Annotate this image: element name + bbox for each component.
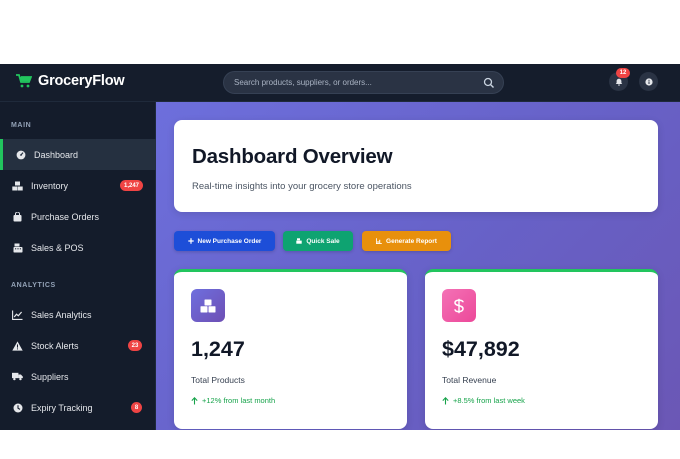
clock-icon xyxy=(12,402,23,413)
stat-value: 1,247 xyxy=(191,337,245,361)
page-subtitle: Real-time insights into your grocery sto… xyxy=(192,181,412,192)
app-logo[interactable]: GroceryFlow xyxy=(16,73,125,89)
cart-icon xyxy=(16,74,32,88)
sidebar-item-suppliers[interactable]: Suppliers xyxy=(0,361,156,392)
page-title: Dashboard Overview xyxy=(192,145,393,168)
new-purchase-order-button[interactable]: New Purchase Order xyxy=(174,231,275,251)
sidebar-item-stock-alerts[interactable]: Stock Alerts 23 xyxy=(0,330,156,361)
warning-icon xyxy=(12,340,23,351)
stat-label: Total Products xyxy=(191,375,245,385)
inventory-count-badge: 1,247 xyxy=(120,180,143,191)
sidebar-item-label: Inventory xyxy=(31,180,69,191)
plus-icon xyxy=(187,238,194,244)
sidebar-section-main: MAIN xyxy=(11,122,32,129)
app-name: GroceryFlow xyxy=(38,73,125,89)
sidebar: MAIN Dashboard Inventory 1,247 Purchase … xyxy=(0,102,156,430)
sidebar-item-label: Sales & POS xyxy=(31,242,84,253)
stat-value: $47,892 xyxy=(442,337,520,361)
sidebar-item-dashboard[interactable]: Dashboard xyxy=(0,139,156,170)
dollar-icon xyxy=(442,289,476,322)
stat-trend-text: +8.5% from last week xyxy=(453,396,525,405)
sidebar-item-label: Stock Alerts xyxy=(31,340,79,351)
arrow-up-icon xyxy=(442,396,449,404)
user-menu-button[interactable] xyxy=(639,72,658,91)
stat-card-total-products: 1,247 Total Products +12% from last mont… xyxy=(174,269,407,429)
boxes-icon xyxy=(191,289,225,322)
bell-icon xyxy=(615,78,622,86)
line-chart-icon xyxy=(12,309,23,320)
top-bar: GroceryFlow Search products, suppliers, … xyxy=(0,64,680,102)
stat-label: Total Revenue xyxy=(442,375,497,385)
stock-alerts-count-badge: 23 xyxy=(128,340,142,351)
cash-register-icon xyxy=(12,242,23,253)
user-icon xyxy=(644,77,653,86)
shopping-bag-icon xyxy=(12,211,23,222)
stat-trend-text: +12% from last month xyxy=(202,396,276,405)
generate-report-button[interactable]: Generate Report xyxy=(362,231,451,251)
sidebar-item-expiry-tracking[interactable]: Expiry Tracking 8 xyxy=(0,392,156,423)
dashboard-header-card: Dashboard Overview Real-time insights in… xyxy=(174,120,658,212)
stat-trend: +8.5% from last week xyxy=(442,396,525,405)
quick-sale-label: Quick Sale xyxy=(306,237,340,245)
search-placeholder: Search products, suppliers, or orders... xyxy=(234,78,372,87)
sidebar-item-label: Sales Analytics xyxy=(31,309,92,320)
expiry-count-badge: 8 xyxy=(131,402,142,413)
main-content: Dashboard Overview Real-time insights in… xyxy=(156,102,680,430)
sidebar-item-label: Dashboard xyxy=(34,149,79,160)
sidebar-item-label: Purchase Orders xyxy=(31,211,100,222)
sidebar-item-sales-analytics[interactable]: Sales Analytics xyxy=(0,299,156,330)
sidebar-item-purchase-orders[interactable]: Purchase Orders xyxy=(0,201,156,232)
app-window: GroceryFlow Search products, suppliers, … xyxy=(0,64,680,430)
sidebar-item-label: Expiry Tracking xyxy=(31,402,93,413)
sidebar-item-sales-pos[interactable]: Sales & POS xyxy=(0,232,156,263)
chart-icon xyxy=(376,238,382,244)
boxes-icon xyxy=(12,180,23,191)
stat-trend: +12% from last month xyxy=(191,396,275,405)
sidebar-item-inventory[interactable]: Inventory 1,247 xyxy=(0,170,156,201)
gauge-icon xyxy=(15,149,26,160)
sidebar-section-analytics: ANALYTICS xyxy=(11,282,56,289)
arrow-up-icon xyxy=(191,396,198,404)
truck-icon xyxy=(12,371,23,382)
quick-sale-button[interactable]: Quick Sale xyxy=(283,231,353,251)
sidebar-item-label: Suppliers xyxy=(31,371,69,382)
generate-report-label: Generate Report xyxy=(386,237,437,245)
stat-card-total-revenue: $47,892 Total Revenue +8.5% from last we… xyxy=(425,269,658,429)
search-icon[interactable] xyxy=(483,77,495,89)
new-purchase-order-label: New Purchase Order xyxy=(197,237,262,245)
notification-count-badge: 12 xyxy=(616,68,630,78)
search-input[interactable]: Search products, suppliers, or orders... xyxy=(223,71,504,94)
cash-register-icon xyxy=(296,238,303,244)
